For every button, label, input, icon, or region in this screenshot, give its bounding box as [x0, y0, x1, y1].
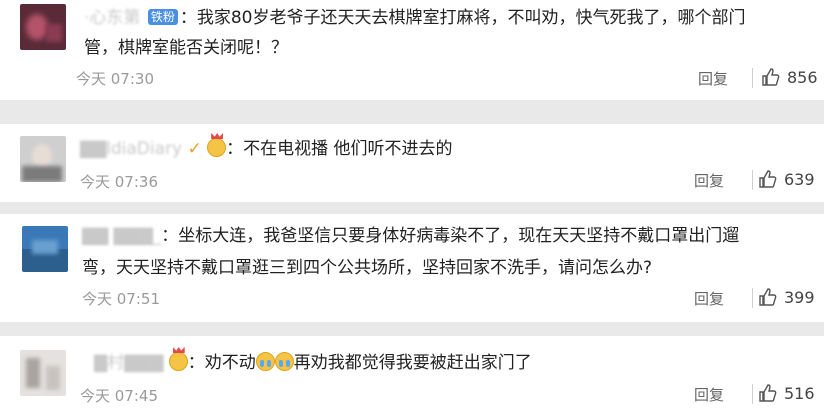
like-count: 516 — [784, 384, 815, 403]
avatar[interactable] — [20, 136, 66, 182]
username[interactable]: ▇村▇▇▇ — [94, 353, 163, 373]
comment-card: ·心东第 铁粉 ：我家80岁老爷子还天天去棋牌室打麻将，不叫劝，快气死我了，哪个部… — [0, 0, 824, 100]
comment-line-1b: 再劝我都觉得我要被赶出家门了 — [293, 353, 532, 373]
thumbs-up-icon[interactable] — [758, 169, 778, 189]
like-count: 639 — [784, 170, 815, 189]
like-count: 856 — [787, 68, 818, 87]
comment-card: ▇▇ldiaDiary ✓ ：不在电视播 他们听不进去的 今天 07:36 回复… — [0, 124, 824, 202]
username[interactable]: ▇▇ldiaDiary — [80, 139, 182, 159]
thumbs-up-icon[interactable] — [761, 67, 781, 87]
reply-button[interactable]: 回复 — [694, 384, 724, 405]
comment-line-1: 我家80岁老爷子还天天去棋牌室打麻将，不叫劝，快气死我了，哪个部门 — [196, 8, 746, 28]
comment-card: ▇村▇▇▇ ：劝不动 再劝我都觉得我要被赶出家门了 今天 07:45 回复 516 — [0, 336, 824, 420]
comment-line-1: 不在电视播 他们听不进去的 — [243, 139, 453, 159]
timestamp: 今天 07:30 — [76, 70, 154, 88]
fan-badge: 铁粉 — [147, 9, 178, 25]
comment-card: ▇▇ ▇▇▇_：坐标大连，我爸坚信只要身体好病毒染不了，现在天天坚持不戴口罩出门… — [0, 214, 824, 322]
thumbs-up-icon[interactable] — [758, 383, 778, 403]
comment-text: ·心东第 铁粉 ：我家80岁老爷子还天天去棋牌室打麻将，不叫劝，快气死我了，哪个部… — [84, 8, 746, 28]
comment-line-2: 弯，天天坚持不戴口罩逛三到四个公共场所，坚持回家不洗手，请问怎么办? — [82, 258, 653, 278]
crown-emoji-icon — [207, 138, 227, 157]
check-icon: ✓ — [187, 139, 202, 159]
divider — [752, 288, 753, 308]
like-count: 399 — [784, 288, 815, 307]
comment-text: ▇村▇▇▇ ：劝不动 再劝我都觉得我要被赶出家门了 — [94, 352, 532, 373]
avatar[interactable] — [22, 226, 68, 272]
reply-button[interactable]: 回复 — [694, 170, 724, 191]
avatar[interactable] — [20, 4, 66, 50]
comment-text: ▇▇ldiaDiary ✓ ：不在电视播 他们听不进去的 — [80, 138, 453, 159]
timestamp: 今天 07:51 — [82, 290, 160, 308]
avatar[interactable] — [20, 350, 66, 396]
timestamp: 今天 07:45 — [80, 387, 158, 405]
username[interactable]: ▇▇ ▇▇▇_ — [82, 226, 161, 246]
divider — [752, 384, 753, 404]
crying-emoji-icon — [274, 352, 294, 371]
divider — [752, 170, 753, 190]
crown-emoji-icon — [168, 352, 188, 371]
thumbs-up-icon[interactable] — [758, 287, 778, 307]
comment-line-1: 劝不动 — [204, 353, 256, 373]
divider — [752, 68, 753, 88]
reply-button[interactable]: 回复 — [694, 288, 724, 309]
timestamp: 今天 07:36 — [80, 173, 158, 191]
crying-emoji-icon — [255, 352, 275, 371]
reply-button[interactable]: 回复 — [698, 68, 728, 89]
username[interactable]: ·心东第 — [84, 8, 140, 28]
comment-text: ▇▇ ▇▇▇_：坐标大连，我爸坚信只要身体好病毒染不了，现在天天坚持不戴口罩出门… — [82, 226, 740, 246]
comment-line-2: 管，棋牌室能否关闭呢！？ — [84, 38, 288, 58]
comment-line-1: 坐标大连，我爸坚信只要身体好病毒染不了，现在天天坚持不戴口罩出门遛 — [178, 226, 740, 246]
